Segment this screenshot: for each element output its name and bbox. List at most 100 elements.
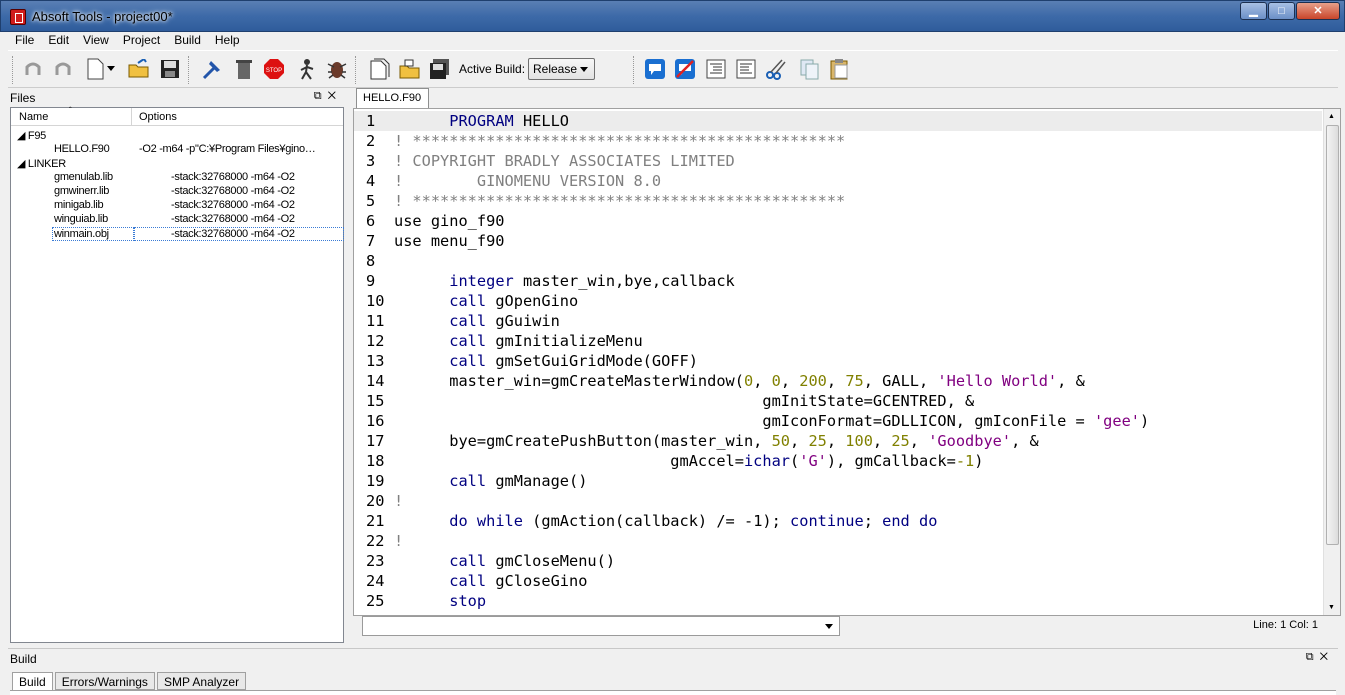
close-icon[interactable]: ✕ [1296,2,1340,20]
code-line[interactable]: 15 gmInitState=GCENTRED, & [354,391,1322,411]
line-number: 23 [366,552,385,570]
tree-item-winguiab[interactable]: winguiab.lib [54,213,108,227]
minimize-icon[interactable]: ▁ [1240,2,1267,20]
scroll-down-icon[interactable]: ▼ [1328,604,1335,611]
menu-help[interactable]: Help [208,32,247,49]
build-hammer-icon[interactable] [201,57,223,81]
expand-icon[interactable]: ◢ [17,158,28,170]
files-panel-header: Files ⧉✕ [8,88,346,106]
code-line[interactable]: 6 use gino_f90 [354,211,1322,231]
code-line[interactable]: 19 call gmManage() [354,471,1322,491]
chevron-down-icon[interactable] [106,57,116,81]
code-line[interactable]: 3 ! COPYRIGHT BRADLY ASSOCIATES LIMITED [354,151,1322,171]
tree-item-winmain-selected[interactable]: winmain.obj [52,227,134,241]
active-build-select[interactable]: Release [528,58,595,80]
code-text: call gOpenGino [449,292,579,310]
code-line[interactable]: 17 bye=gmCreatePushButton(master_win, 50… [354,431,1322,451]
outdent-icon[interactable] [735,57,757,81]
toolbar-grip[interactable] [12,56,15,84]
comment-icon[interactable] [644,57,666,81]
line-number: 14 [366,372,385,390]
tree-item-gmwinerr[interactable]: gmwinerr.lib [54,185,109,199]
tab-smp-analyzer[interactable]: SMP Analyzer [156,672,247,690]
code-line[interactable]: 9 integer master_win,bye,callback [354,271,1322,291]
code-line[interactable]: 22! [354,531,1322,551]
function-select[interactable] [362,616,840,636]
code-line[interactable]: 1 PROGRAM HELLO [354,111,1322,131]
code-line[interactable]: 24 call gCloseGino [354,571,1322,591]
code-line[interactable]: 8 [354,251,1322,271]
code-line[interactable]: 13 call gmSetGuiGridMode(GOFF) [354,351,1322,371]
run-icon[interactable] [296,57,318,81]
tree-column-header: Name ˆ Options [11,106,343,126]
line-number: 7 [366,232,376,250]
paste-icon[interactable] [829,57,851,81]
menu-project[interactable]: Project [116,32,167,49]
tab-build[interactable]: Build [12,672,53,690]
tab-errors-warnings[interactable]: Errors/Warnings [54,672,155,690]
code-text: gmInitState=GCENTRED, & [394,392,975,410]
float-icon[interactable]: ⧉ [1306,651,1320,663]
code-line[interactable]: 12 call gmInitializeMenu [354,331,1322,351]
column-name[interactable]: Name [19,111,48,123]
code-line[interactable]: 11 call gGuiwin [354,311,1322,331]
open-project-icon[interactable] [399,57,421,81]
copy-icon[interactable] [799,57,821,81]
code-line[interactable]: 2 ! *************************************… [354,131,1322,151]
tab-hello-f90[interactable]: HELLO.F90 [356,88,429,108]
expand-icon[interactable]: ◢ [17,130,28,142]
redo-icon[interactable] [52,57,74,81]
code-line[interactable]: 7 use menu_f90 [354,231,1322,251]
tree-item-hello-f90[interactable]: HELLO.F90 [54,143,110,157]
code-line[interactable]: 4 ! GINOMENU VERSION 8.0 [354,171,1322,191]
open-folder-icon[interactable] [128,57,150,81]
scroll-up-icon[interactable]: ▲ [1328,113,1335,120]
line-number: 15 [366,392,385,410]
app-icon[interactable] [10,9,26,25]
new-project-icon[interactable] [369,57,391,81]
menu-edit[interactable]: Edit [41,32,76,49]
code-line[interactable]: 21 do while (gmAction(callback) /= -1); … [354,511,1322,531]
tree-group-linker[interactable]: ◢ LINKER [17,157,66,171]
code-line[interactable]: 18 gmAccel=ichar('G'), gmCallback=-1) [354,451,1322,471]
tree-item-minigab[interactable]: minigab.lib [54,199,104,213]
close-icon[interactable]: ✕ [1320,651,1334,663]
stop-icon[interactable]: STOP [263,57,285,81]
toolbar: STOP Active Build: Release [8,50,1338,88]
code-line[interactable]: 10 call gOpenGino [354,291,1322,311]
vertical-scrollbar[interactable]: ▲ ▼ [1323,109,1340,615]
build-panel-header: Build ⧉✕ [8,649,1338,667]
code-line[interactable]: 16 gmIconFormat=GDLLICON, gmIconFile = '… [354,411,1322,431]
menu-view[interactable]: View [76,32,116,49]
tree-group-f95[interactable]: ◢ F95 [17,129,46,143]
code-editor[interactable]: 1 PROGRAM HELLO 2! **********************… [353,108,1341,616]
code-line[interactable]: 14 master_win=gmCreateMasterWindow(0, 0,… [354,371,1322,391]
code-text: use menu_f90 [394,232,505,250]
save-icon[interactable] [159,57,181,81]
tree-item-gmenulab[interactable]: gmenulab.lib [54,171,113,185]
new-file-icon[interactable] [84,57,106,81]
code-line[interactable]: 25 stop [354,591,1322,611]
code-line[interactable]: 5 ! *************************************… [354,191,1322,211]
line-number: 13 [366,352,385,370]
undo-icon[interactable] [22,57,44,81]
maximize-icon[interactable]: □ [1268,2,1295,20]
close-icon[interactable]: ✕ [328,90,342,102]
indent-icon[interactable] [705,57,727,81]
uncomment-icon[interactable] [674,57,696,81]
save-all-icon[interactable] [429,57,451,81]
editor-panel: HELLO.F90 1 PROGRAM HELLO 2! ************… [350,88,1341,644]
code-line[interactable]: 23 call gmCloseMenu() [354,551,1322,571]
menu-build[interactable]: Build [167,32,208,49]
line-number: 19 [366,472,385,490]
active-build-label: Active Build: [459,62,526,76]
debug-icon[interactable] [326,57,348,81]
trash-icon[interactable] [233,57,255,81]
float-icon[interactable]: ⧉ [314,90,328,102]
column-options[interactable]: Options [139,111,177,123]
scrollbar-thumb[interactable] [1326,125,1339,545]
menu-bar: File Edit View Project Build Help [8,32,1338,49]
code-line[interactable]: 20! [354,491,1322,511]
cut-icon[interactable] [765,57,787,81]
menu-file[interactable]: File [8,32,41,49]
